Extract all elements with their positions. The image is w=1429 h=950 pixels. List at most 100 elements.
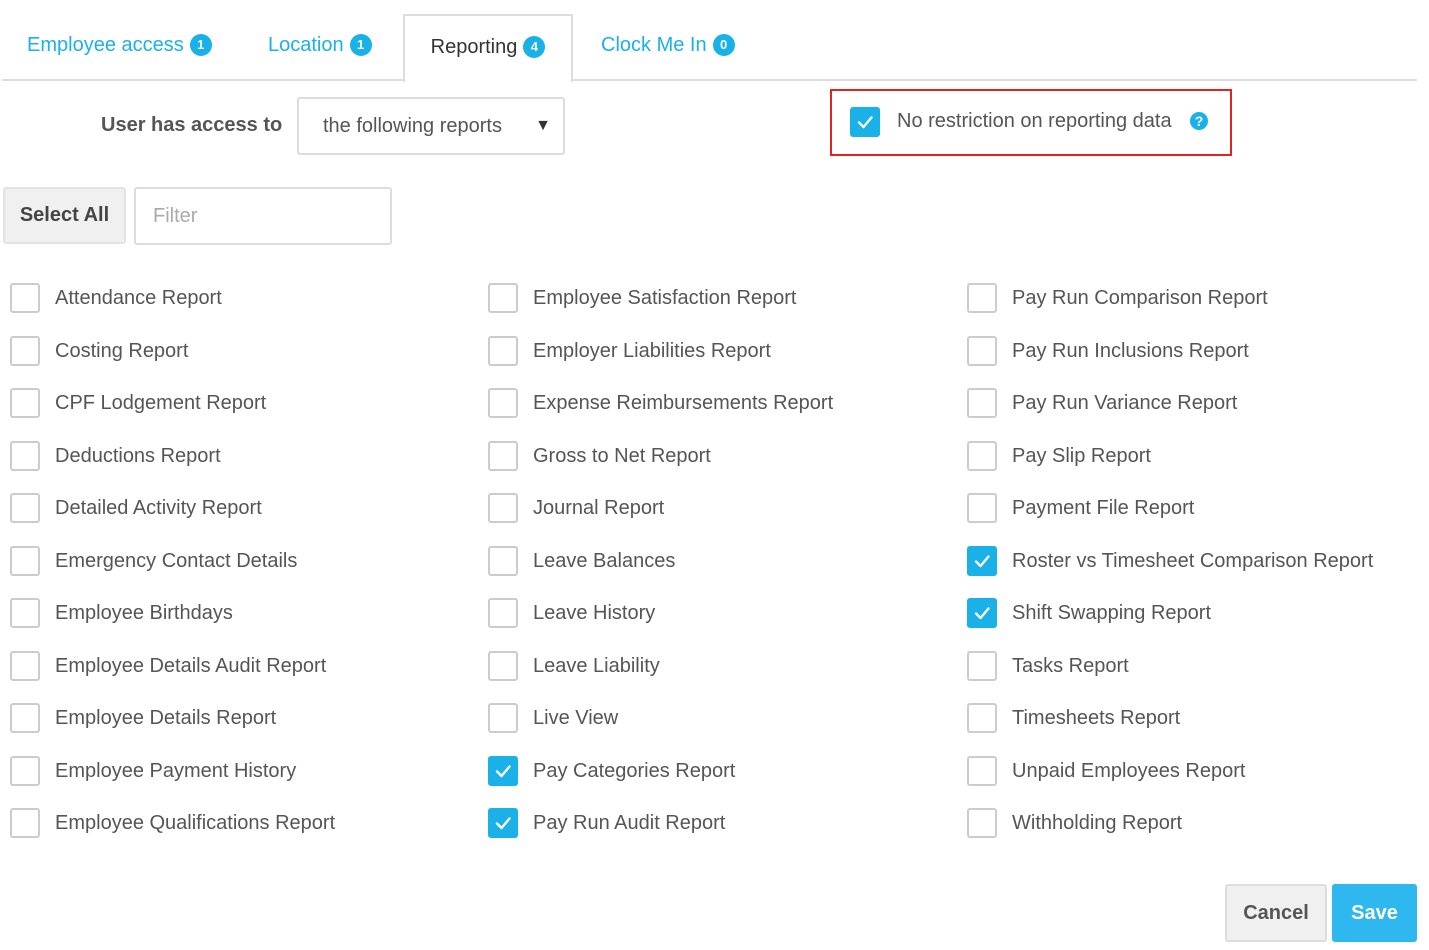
report-label: Deductions Report: [55, 444, 221, 467]
report-checkbox[interactable]: [10, 703, 40, 733]
report-checkbox[interactable]: [967, 283, 997, 313]
report-checkbox[interactable]: [967, 756, 997, 786]
select-all-button[interactable]: Select All: [3, 187, 126, 244]
report-checkbox[interactable]: [488, 546, 518, 576]
no-restriction-label: No restriction on reporting data: [897, 110, 1172, 132]
help-icon[interactable]: ?: [1190, 112, 1208, 130]
report-option[interactable]: Payment File Report: [967, 493, 1194, 523]
report-checkbox[interactable]: [488, 336, 518, 366]
report-checkbox[interactable]: [967, 441, 997, 471]
report-checkbox[interactable]: [10, 598, 40, 628]
report-option[interactable]: Employee Details Audit Report: [10, 651, 326, 681]
access-label: User has access to: [101, 114, 283, 136]
dropdown-arrow-icon: ▼: [535, 117, 551, 134]
report-access-select[interactable]: the following reports ▼: [297, 97, 565, 155]
report-option[interactable]: Pay Run Comparison Report: [967, 283, 1268, 313]
report-label: Payment File Report: [1012, 496, 1195, 519]
report-option[interactable]: Unpaid Employees Report: [967, 756, 1245, 786]
report-checkbox[interactable]: [967, 546, 997, 576]
report-checkbox[interactable]: [10, 546, 40, 576]
report-option[interactable]: Tasks Report: [967, 651, 1129, 681]
report-option[interactable]: Employer Liabilities Report: [488, 336, 771, 366]
report-checkbox[interactable]: [967, 493, 997, 523]
report-option[interactable]: Pay Run Inclusions Report: [967, 336, 1249, 366]
report-option[interactable]: Roster vs Timesheet Comparison Report: [967, 546, 1373, 576]
report-option[interactable]: Timesheets Report: [967, 703, 1180, 733]
report-checkbox[interactable]: [488, 598, 518, 628]
report-option[interactable]: Journal Report: [488, 493, 664, 523]
report-checkbox[interactable]: [10, 808, 40, 838]
report-checkbox[interactable]: [10, 283, 40, 313]
report-label: CPF Lodgement Report: [55, 391, 267, 414]
report-checkbox[interactable]: [967, 598, 997, 628]
report-option[interactable]: Employee Satisfaction Report: [488, 283, 796, 313]
report-label: Leave History: [533, 601, 656, 624]
tab-count-badge: 1: [349, 34, 372, 56]
tab-label: Reporting: [430, 35, 518, 58]
save-button[interactable]: Save: [1332, 884, 1417, 942]
report-label: Attendance Report: [55, 286, 222, 309]
report-option[interactable]: Attendance Report: [10, 283, 222, 313]
report-option[interactable]: Deductions Report: [10, 441, 221, 471]
report-option[interactable]: Employee Details Report: [10, 703, 276, 733]
report-option[interactable]: Employee Birthdays: [10, 598, 233, 628]
report-option[interactable]: Live View: [488, 703, 618, 733]
report-label: Employee Qualifications Report: [55, 811, 336, 834]
report-checkbox[interactable]: [488, 283, 518, 313]
report-label: Pay Run Comparison Report: [1012, 286, 1268, 309]
report-option[interactable]: Shift Swapping Report: [967, 598, 1211, 628]
report-checkbox[interactable]: [488, 808, 518, 838]
report-checkbox[interactable]: [10, 441, 40, 471]
checkmark-icon: [495, 765, 511, 778]
report-option[interactable]: Pay Slip Report: [967, 441, 1151, 471]
cancel-button[interactable]: Cancel: [1225, 884, 1327, 942]
report-label: Employee Payment History: [55, 759, 297, 782]
checkmark-icon: [974, 607, 990, 620]
report-option[interactable]: Pay Run Audit Report: [488, 808, 725, 838]
report-option[interactable]: Emergency Contact Details: [10, 546, 297, 576]
tab-label: Employee access: [27, 33, 184, 56]
report-label: Employee Birthdays: [55, 601, 233, 624]
report-option[interactable]: Pay Run Variance Report: [967, 388, 1237, 418]
tab-employee-access[interactable]: Employee access 1: [27, 14, 212, 80]
report-checkbox[interactable]: [967, 808, 997, 838]
tab-count-badge: 4: [523, 36, 546, 58]
report-option[interactable]: Employee Payment History: [10, 756, 296, 786]
report-checkbox[interactable]: [10, 756, 40, 786]
report-checkbox[interactable]: [488, 388, 518, 418]
report-option[interactable]: Withholding Report: [967, 808, 1182, 838]
report-option[interactable]: Leave Liability: [488, 651, 660, 681]
report-checkbox[interactable]: [10, 388, 40, 418]
report-label: Gross to Net Report: [533, 444, 711, 467]
report-option[interactable]: CPF Lodgement Report: [10, 388, 266, 418]
report-option[interactable]: Detailed Activity Report: [10, 493, 262, 523]
report-checkbox[interactable]: [488, 703, 518, 733]
report-option[interactable]: Leave Balances: [488, 546, 675, 576]
report-checkbox[interactable]: [967, 651, 997, 681]
report-option[interactable]: Pay Categories Report: [488, 756, 735, 786]
report-checkbox[interactable]: [488, 441, 518, 471]
report-checkbox[interactable]: [10, 493, 40, 523]
report-checkbox[interactable]: [488, 493, 518, 523]
report-option[interactable]: Costing Report: [10, 336, 188, 366]
report-label: Expense Reimbursements Report: [533, 391, 834, 414]
report-label: Detailed Activity Report: [55, 496, 262, 519]
report-checkbox[interactable]: [967, 336, 997, 366]
filter-input[interactable]: [134, 187, 392, 245]
checkbox[interactable]: [850, 107, 880, 137]
report-option[interactable]: Leave History: [488, 598, 655, 628]
tab-clock-me-in[interactable]: Clock Me In 0: [601, 14, 735, 80]
report-option[interactable]: Gross to Net Report: [488, 441, 711, 471]
report-label: Journal Report: [533, 496, 665, 519]
report-checkbox[interactable]: [967, 388, 997, 418]
no-restriction-checkbox[interactable]: [850, 107, 880, 137]
tab-location[interactable]: Location 1: [268, 14, 372, 80]
report-checkbox[interactable]: [967, 703, 997, 733]
tab-reporting[interactable]: Reporting 4: [403, 14, 573, 82]
report-checkbox[interactable]: [488, 651, 518, 681]
report-option[interactable]: Employee Qualifications Report: [10, 808, 335, 838]
report-checkbox[interactable]: [10, 651, 40, 681]
report-checkbox[interactable]: [10, 336, 40, 366]
report-checkbox[interactable]: [488, 756, 518, 786]
report-option[interactable]: Expense Reimbursements Report: [488, 388, 833, 418]
